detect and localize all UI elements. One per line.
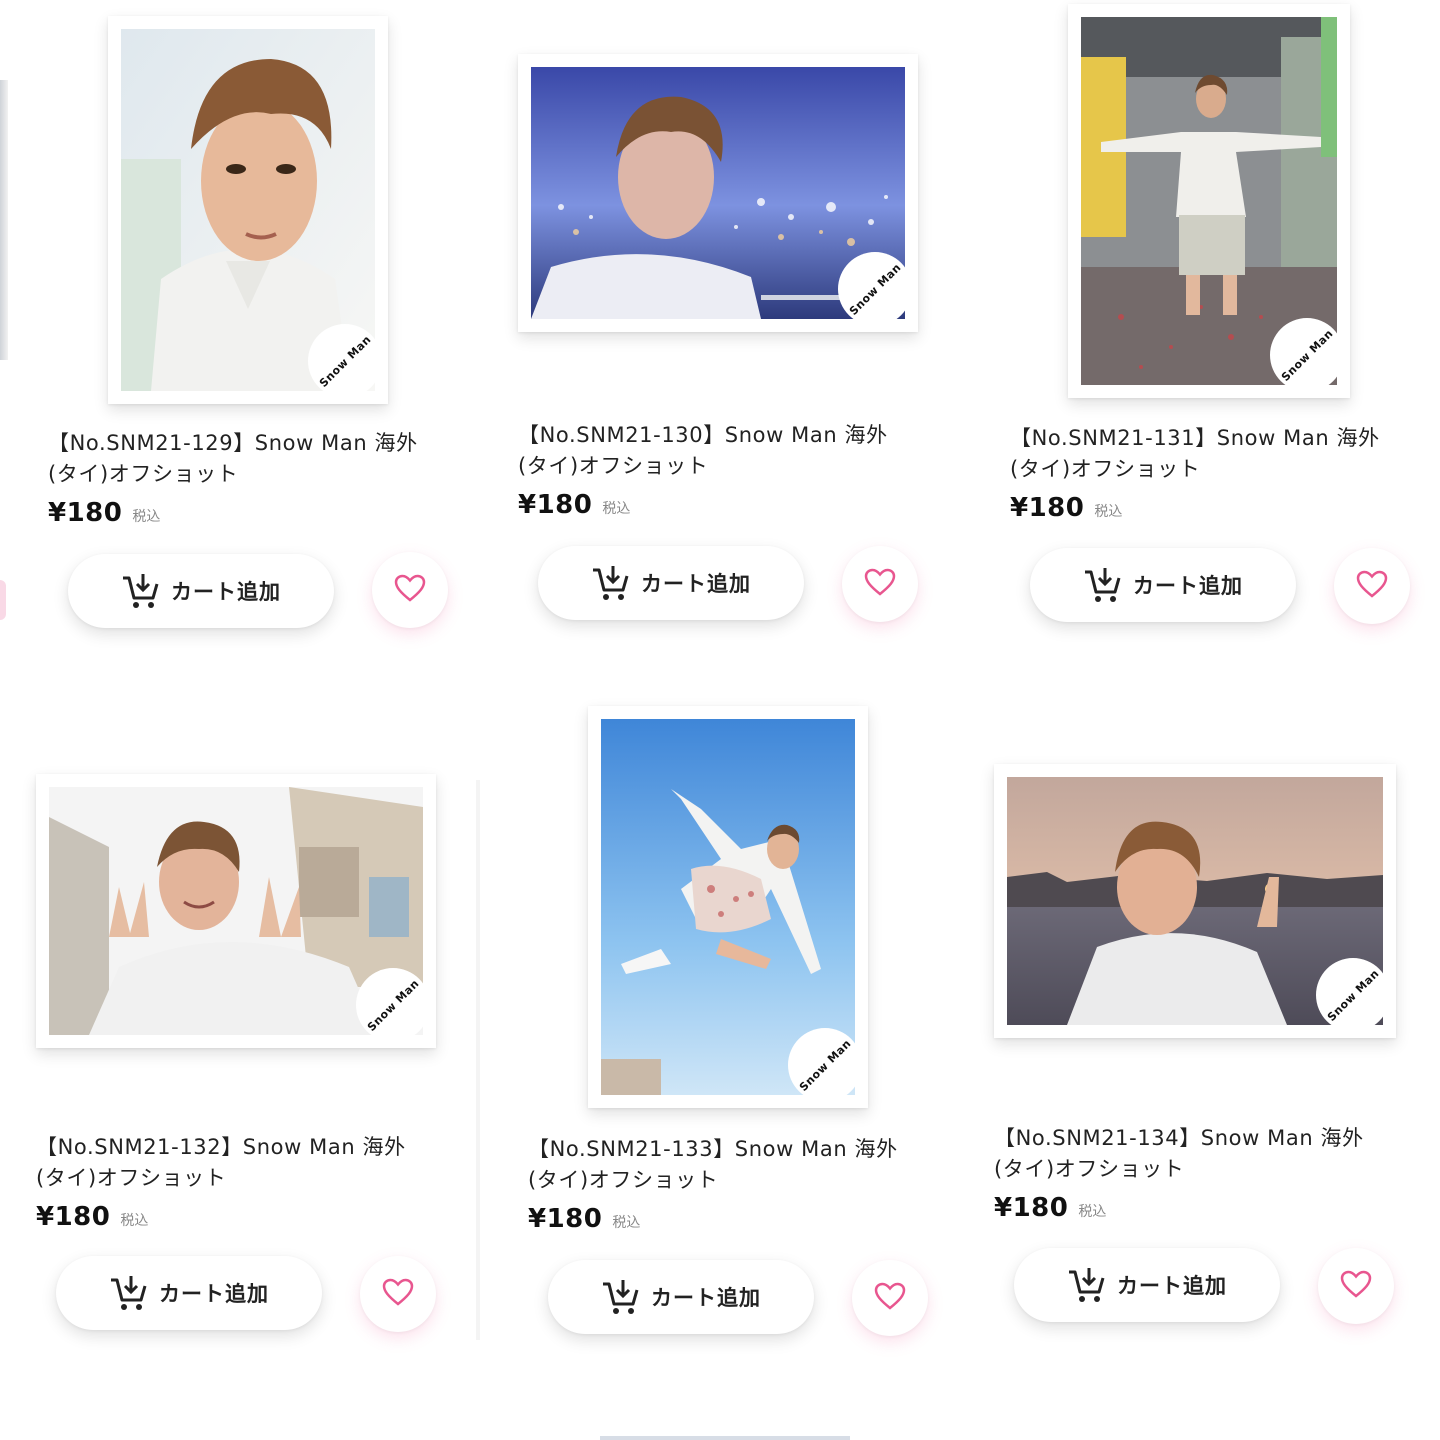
add-to-cart-label: カート追加 <box>1117 1274 1227 1298</box>
price-row: ¥180 税込 <box>528 1204 640 1234</box>
heart-outline-icon <box>394 574 426 606</box>
product-grid-page: Snow Man 【No.SNM21-129】Snow Man 海外(タイ)オフ… <box>0 0 1440 1440</box>
column-divider <box>476 780 480 1340</box>
favorite-button[interactable] <box>1334 548 1410 624</box>
product-price: ¥180 <box>36 1202 111 1232</box>
heart-outline-icon <box>1356 570 1388 602</box>
price-row: ¥180 税込 <box>1010 493 1122 523</box>
previous-card-edge <box>0 80 8 360</box>
cart-download-icon <box>121 572 161 610</box>
favorite-button[interactable] <box>852 1260 928 1336</box>
favorite-button[interactable] <box>360 1256 436 1332</box>
tax-label: 税込 <box>1094 504 1123 520</box>
add-to-cart-button[interactable]: カート追加 <box>68 554 334 628</box>
product-price: ¥180 <box>48 498 123 528</box>
heart-outline-icon <box>1340 1270 1372 1302</box>
add-to-cart-label: カート追加 <box>1133 574 1243 598</box>
heart-outline-icon <box>382 1278 414 1310</box>
product-price: ¥180 <box>994 1193 1069 1223</box>
price-row: ¥180 税込 <box>994 1193 1106 1223</box>
product-title[interactable]: 【No.SNM21-133】Snow Man 海外(タイ)オフショット <box>528 1134 928 1196</box>
favorite-button[interactable] <box>842 546 918 622</box>
price-row: ¥180 税込 <box>518 490 630 520</box>
product-title[interactable]: 【No.SNM21-132】Snow Man 海外(タイ)オフショット <box>36 1132 436 1194</box>
tax-label: 税込 <box>132 509 161 525</box>
product-title[interactable]: 【No.SNM21-134】Snow Man 海外(タイ)オフショット <box>994 1123 1394 1185</box>
cart-download-icon <box>591 564 631 602</box>
cart-download-icon <box>601 1278 641 1316</box>
product-price: ¥180 <box>528 1204 603 1234</box>
next-row-photo-edge <box>600 1436 850 1440</box>
add-to-cart-label: カート追加 <box>641 572 751 596</box>
add-to-cart-label: カート追加 <box>171 580 281 604</box>
add-to-cart-label: カート追加 <box>651 1286 761 1310</box>
product-price: ¥180 <box>518 490 593 520</box>
tax-label: 税込 <box>612 1215 641 1231</box>
previous-card-button-edge <box>0 580 6 620</box>
add-to-cart-button[interactable]: カート追加 <box>548 1260 814 1334</box>
product-photo[interactable]: Snow Man <box>36 774 446 1058</box>
price-row: ¥180 税込 <box>36 1202 148 1232</box>
add-to-cart-button[interactable]: カート追加 <box>1014 1248 1280 1322</box>
product-photo[interactable]: Snow Man <box>518 54 928 342</box>
product-photo[interactable]: Snow Man <box>1068 4 1360 408</box>
add-to-cart-button[interactable]: カート追加 <box>1030 548 1296 622</box>
product-photo[interactable]: Snow Man <box>994 764 1406 1048</box>
product-price: ¥180 <box>1010 493 1085 523</box>
product-title[interactable]: 【No.SNM21-131】Snow Man 海外(タイ)オフショット <box>1010 423 1410 485</box>
cart-download-icon <box>1083 566 1123 604</box>
favorite-button[interactable] <box>1318 1248 1394 1324</box>
heart-outline-icon <box>864 568 896 600</box>
product-title[interactable]: 【No.SNM21-129】Snow Man 海外(タイ)オフショット <box>48 428 448 490</box>
heart-outline-icon <box>874 1282 906 1314</box>
product-photo[interactable]: Snow Man <box>108 16 398 414</box>
product-photo[interactable]: Snow Man <box>588 706 878 1118</box>
cart-download-icon <box>1067 1266 1107 1304</box>
cart-download-icon <box>109 1274 149 1312</box>
tax-label: 税込 <box>120 1213 149 1229</box>
add-to-cart-label: カート追加 <box>159 1282 269 1306</box>
add-to-cart-button[interactable]: カート追加 <box>56 1256 322 1330</box>
price-row: ¥180 税込 <box>48 498 160 528</box>
add-to-cart-button[interactable]: カート追加 <box>538 546 804 620</box>
favorite-button[interactable] <box>372 552 448 628</box>
tax-label: 税込 <box>1078 1204 1107 1220</box>
tax-label: 税込 <box>602 501 631 517</box>
product-title[interactable]: 【No.SNM21-130】Snow Man 海外(タイ)オフショット <box>518 420 918 482</box>
